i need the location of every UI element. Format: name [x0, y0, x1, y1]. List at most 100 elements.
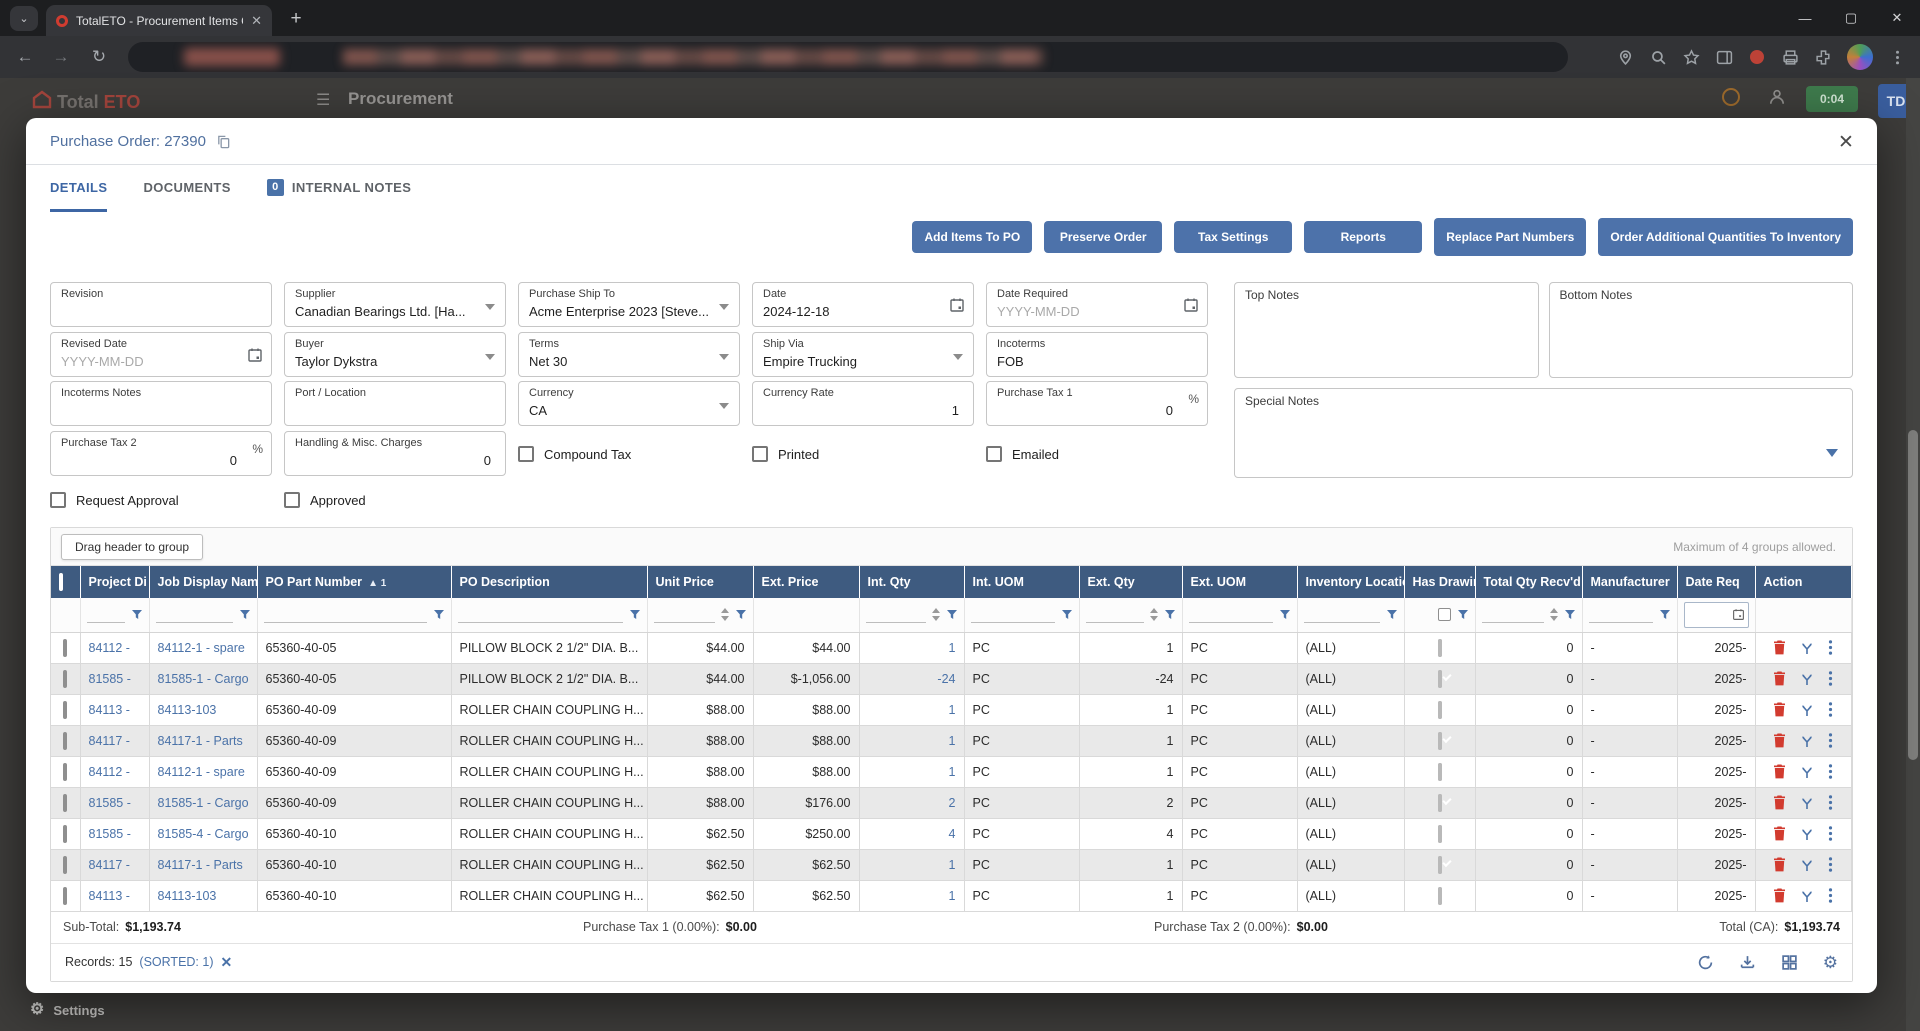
row-menu-kebab-icon[interactable]	[1828, 764, 1833, 779]
number-stepper-icon[interactable]	[932, 604, 940, 625]
col-job-display-name[interactable]: Job Display Name	[149, 566, 257, 598]
table-row[interactable]: 81585 - 81585-4 - Cargo 65360-40-10 ROLL…	[51, 818, 1852, 849]
filter-icon[interactable]	[1061, 609, 1073, 620]
replace-part-numbers-button[interactable]: Replace Part Numbers	[1434, 218, 1586, 256]
int-qty-link[interactable]: 1	[859, 849, 964, 880]
row-checkbox[interactable]	[63, 701, 67, 719]
incoterms-notes-field[interactable]: Incoterms Notes	[50, 381, 272, 426]
row-checkbox[interactable]	[63, 763, 67, 781]
job-link[interactable]: 84117-1 - Parts	[149, 849, 257, 880]
project-link[interactable]: 81585 -	[80, 818, 149, 849]
row-menu-kebab-icon[interactable]	[1828, 733, 1833, 748]
purchase-tax-1-field[interactable]: Purchase Tax 10 %	[986, 381, 1208, 426]
address-bar[interactable]	[128, 42, 1568, 72]
row-checkbox[interactable]	[63, 794, 67, 812]
location-pin-icon[interactable]	[1616, 48, 1634, 66]
row-menu-kebab-icon[interactable]	[1828, 640, 1833, 655]
bookmark-star-icon[interactable]	[1682, 48, 1700, 66]
table-row[interactable]: 84113 - 84113-103 65360-40-10 ROLLER CHA…	[51, 880, 1852, 911]
approved-checkbox[interactable]: Approved	[284, 492, 366, 508]
date-required-field[interactable]: Date RequiredYYYY-MM-DD	[986, 282, 1208, 327]
int-qty-link[interactable]: -24	[859, 663, 964, 694]
split-item-icon[interactable]	[1800, 858, 1814, 872]
col-ext-price[interactable]: Ext. Price	[753, 566, 859, 598]
job-link[interactable]: 84113-103	[149, 880, 257, 911]
row-menu-kebab-icon[interactable]	[1828, 857, 1833, 872]
project-link[interactable]: 84112 -	[80, 756, 149, 787]
browser-menu-icon[interactable]	[1888, 48, 1906, 66]
request-approval-checkbox[interactable]: Request Approval	[50, 492, 284, 508]
job-link[interactable]: 84113-103	[149, 694, 257, 725]
row-checkbox[interactable]	[63, 856, 67, 874]
delete-row-icon[interactable]	[1773, 733, 1786, 748]
job-link[interactable]: 84112-1 - spare	[149, 632, 257, 663]
table-row[interactable]: 84113 - 84113-103 65360-40-09 ROLLER CHA…	[51, 694, 1852, 725]
print-extension-icon[interactable]	[1781, 48, 1799, 66]
tab-details[interactable]: DETAILS	[50, 165, 107, 212]
row-checkbox[interactable]	[63, 639, 67, 657]
tab-internal-notes[interactable]: 0 INTERNAL NOTES	[267, 165, 411, 212]
split-item-icon[interactable]	[1800, 641, 1814, 655]
delete-row-icon[interactable]	[1773, 857, 1786, 872]
int-qty-link[interactable]: 1	[859, 880, 964, 911]
preserve-order-button[interactable]: Preserve Order	[1044, 221, 1162, 253]
window-maximize-button[interactable]: ▢	[1828, 0, 1874, 36]
filter-icon[interactable]	[239, 609, 251, 620]
window-close-button[interactable]: ✕	[1874, 0, 1920, 36]
delete-row-icon[interactable]	[1773, 671, 1786, 686]
number-stepper-icon[interactable]	[1550, 604, 1558, 625]
filter-icon[interactable]	[433, 609, 445, 620]
table-row[interactable]: 84117 - 84117-1 - Parts 65360-40-09 ROLL…	[51, 725, 1852, 756]
filter-checkbox[interactable]	[1438, 608, 1451, 621]
tab-close-icon[interactable]: ✕	[251, 14, 262, 27]
expand-chevron-icon[interactable]	[1826, 449, 1838, 463]
int-qty-link[interactable]: 1	[859, 725, 964, 756]
side-panel-icon[interactable]	[1715, 48, 1733, 66]
int-qty-link[interactable]: 1	[859, 632, 964, 663]
printed-checkbox[interactable]: Printed	[752, 446, 974, 462]
project-link[interactable]: 84117 -	[80, 849, 149, 880]
back-icon[interactable]: ←	[14, 46, 36, 68]
refresh-icon[interactable]	[1697, 953, 1715, 971]
top-notes-textarea[interactable]: Top Notes	[1234, 282, 1539, 378]
col-unit-price[interactable]: Unit Price	[647, 566, 753, 598]
col-ext-uom[interactable]: Ext. UOM	[1182, 566, 1297, 598]
handling-misc-charges-field[interactable]: Handling & Misc. Charges0	[284, 431, 506, 476]
row-menu-kebab-icon[interactable]	[1828, 826, 1833, 841]
filter-icon[interactable]	[131, 609, 143, 620]
filter-icon[interactable]	[1164, 609, 1176, 620]
row-menu-kebab-icon[interactable]	[1828, 795, 1833, 810]
int-qty-link[interactable]: 2	[859, 787, 964, 818]
row-menu-kebab-icon[interactable]	[1828, 888, 1833, 903]
add-items-to-po-button[interactable]: Add Items To PO	[912, 221, 1032, 253]
dialog-close-icon[interactable]: ✕	[1835, 131, 1857, 153]
job-link[interactable]: 84117-1 - Parts	[149, 725, 257, 756]
filter-icon[interactable]	[735, 609, 747, 620]
export-download-icon[interactable]	[1739, 953, 1757, 971]
grid-settings-gear-icon[interactable]: ⚙	[1823, 954, 1838, 971]
split-item-icon[interactable]	[1800, 734, 1814, 748]
delete-row-icon[interactable]	[1773, 888, 1786, 903]
filter-icon[interactable]	[946, 609, 958, 620]
col-int-uom[interactable]: Int. UOM	[964, 566, 1079, 598]
split-item-icon[interactable]	[1800, 889, 1814, 903]
int-qty-link[interactable]: 1	[859, 694, 964, 725]
delete-row-icon[interactable]	[1773, 764, 1786, 779]
recording-extension-icon[interactable]	[1748, 48, 1766, 66]
tab-search-chevron-icon[interactable]: ⌄	[10, 6, 38, 31]
job-link[interactable]: 81585-1 - Cargo	[149, 787, 257, 818]
split-item-icon[interactable]	[1800, 796, 1814, 810]
project-link[interactable]: 84112 -	[80, 632, 149, 663]
filter-icon[interactable]	[1659, 609, 1671, 620]
date-filter-input[interactable]	[1684, 602, 1749, 628]
extensions-puzzle-icon[interactable]	[1814, 48, 1832, 66]
filter-icon[interactable]	[1457, 609, 1469, 620]
split-item-icon[interactable]	[1800, 703, 1814, 717]
col-po-part-number[interactable]: PO Part Number▲ 1	[257, 566, 451, 598]
number-stepper-icon[interactable]	[1150, 604, 1158, 625]
buyer-select[interactable]: BuyerTaylor Dykstra	[284, 332, 506, 377]
revision-field[interactable]: Revision	[50, 282, 272, 327]
filter-icon[interactable]	[1564, 609, 1576, 620]
project-link[interactable]: 84113 -	[80, 694, 149, 725]
forward-icon[interactable]: →	[50, 46, 72, 68]
